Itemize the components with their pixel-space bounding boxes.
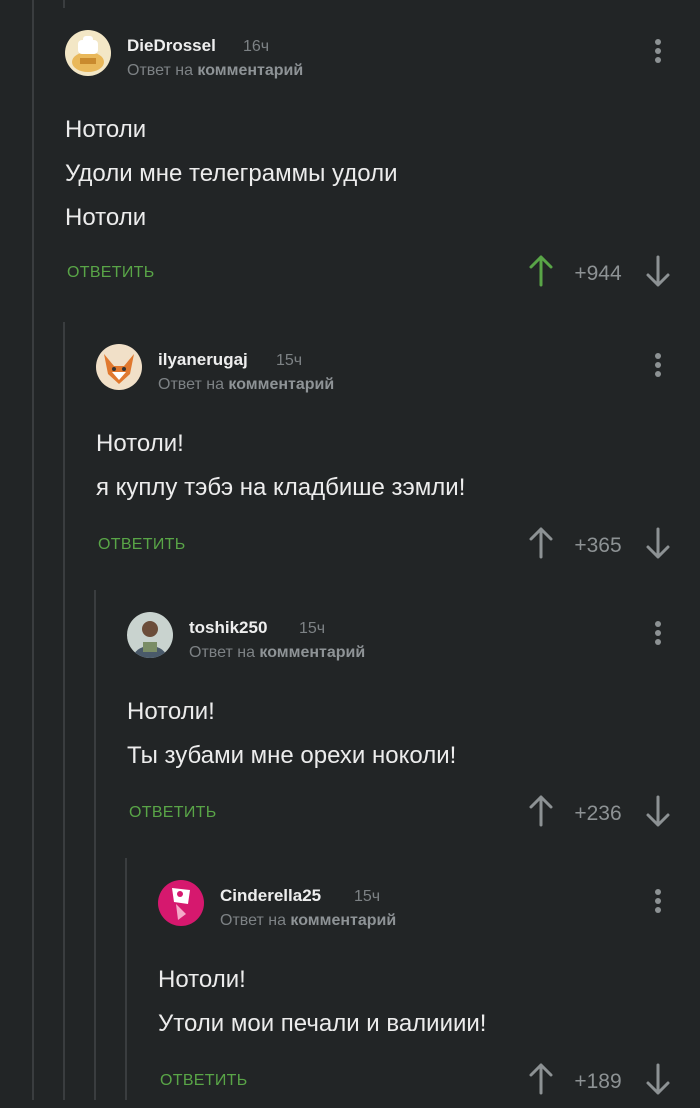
username[interactable]: toshik250 [189,618,267,638]
vote-score: +944 [574,262,622,285]
arrow-down-icon[interactable] [644,254,672,288]
thread-top-stub [63,0,65,8]
comment-line: Нотоли! [127,698,215,725]
avatar-image [65,30,111,76]
avatar-image [158,880,204,926]
comment-menu-icon[interactable] [648,350,668,380]
vote-score: +365 [574,534,622,557]
arrow-down-icon[interactable] [644,526,672,560]
comment-ilyanerugaj: ilyanerugaj 15ч Ответ на комментарий Нот… [96,342,700,572]
reply-to-link[interactable]: комментарий [197,62,303,79]
avatar[interactable] [158,880,204,926]
arrow-up-icon[interactable] [527,254,555,288]
reply-button[interactable]: ОТВЕТИТЬ [98,536,186,554]
reply-to-label: Ответ на комментарий [189,644,365,662]
avatar-image [96,344,142,390]
reply-button[interactable]: ОТВЕТИТЬ [129,804,217,822]
vote-score: +236 [574,802,622,825]
reply-button[interactable]: ОТВЕТИТЬ [67,264,155,282]
arrow-up-icon[interactable] [527,1062,555,1096]
avatar[interactable] [96,344,142,390]
comment-menu-icon[interactable] [648,886,668,916]
reply-to-prefix: Ответ на [220,912,286,929]
arrow-up-icon[interactable] [527,526,555,560]
avatar[interactable] [65,30,111,76]
thread-line-level-3 [94,590,96,1100]
reply-to-link[interactable]: комментарий [290,912,396,929]
reply-to-prefix: Ответ на [189,644,255,661]
comment-body: Нотоли! я куплу тэбэ на кладбише зэмли! [96,422,700,510]
comment-line: Утоли мои печали и валииии! [158,1010,487,1037]
avatar-image [127,612,173,658]
username[interactable]: DieDrossel [127,36,216,56]
reply-to-label: Ответ на комментарий [158,376,334,394]
username[interactable]: Cinderella25 [220,886,321,906]
reply-to-prefix: Ответ на [127,62,193,79]
avatar[interactable] [127,612,173,658]
arrow-down-icon[interactable] [644,1062,672,1096]
thread-line-level-1 [32,0,34,1100]
thread-line-level-2 [63,322,65,1100]
vote-score: +189 [574,1070,622,1093]
comment-line: Удоли мне телеграммы удоли [65,160,398,187]
comment-line: Нотоли! [158,966,246,993]
arrow-up-icon[interactable] [527,794,555,828]
comment-line: Нотоли [65,204,147,231]
comment-menu-icon[interactable] [648,36,668,66]
comment-diedrossel: DieDrossel 16ч Ответ на комментарий Ното… [65,28,700,300]
comment-cinderella25: Cinderella25 15ч Ответ на комментарий Но… [158,878,700,1108]
timestamp: 15ч [354,888,381,905]
reply-button[interactable]: ОТВЕТИТЬ [160,1072,248,1090]
thread-line-level-4 [125,858,127,1100]
timestamp: 16ч [243,38,270,55]
comment-line: Ты зубами мне орехи ноколи! [127,742,457,769]
reply-to-label: Ответ на комментарий [127,62,303,80]
comment-menu-icon[interactable] [648,618,668,648]
comment-line: Нотоли [65,116,147,143]
comment-line: Нотоли! [96,430,184,457]
comment-toshik250: toshik250 15ч Ответ на комментарий Нотол… [127,610,700,840]
username[interactable]: ilyanerugaj [158,350,248,370]
comment-body: Нотоли Удоли мне телеграммы удоли Нотоли [65,108,700,240]
comment-body: Нотоли! Ты зубами мне орехи ноколи! [127,690,700,778]
comment-line: я куплу тэбэ на кладбише зэмли! [96,474,466,501]
reply-to-label: Ответ на комментарий [220,912,396,930]
timestamp: 15ч [276,352,303,369]
arrow-down-icon[interactable] [644,794,672,828]
reply-to-link[interactable]: комментарий [228,376,334,393]
reply-to-prefix: Ответ на [158,376,224,393]
timestamp: 15ч [299,620,326,637]
comment-body: Нотоли! Утоли мои печали и валииии! [158,958,700,1046]
reply-to-link[interactable]: комментарий [259,644,365,661]
